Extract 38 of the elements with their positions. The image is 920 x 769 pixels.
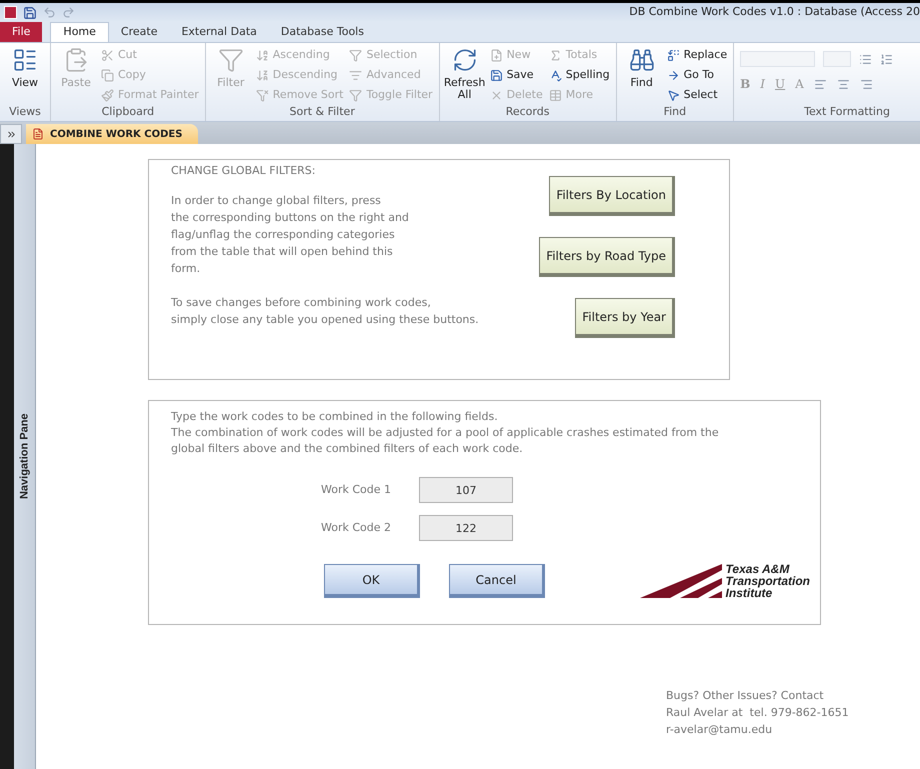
field-label: Work Code 1 (321, 482, 391, 498)
form-button[interactable]: OK (324, 564, 420, 598)
ribbon-button[interactable]: Go To (666, 67, 728, 84)
ribbon-group-label: Views (8, 105, 42, 120)
form-button[interactable]: Cancel (449, 564, 545, 598)
form-button[interactable]: Filters by Road Type (539, 237, 675, 277)
ribbon-tab[interactable]: External Data (169, 22, 269, 42)
ribbon-large-button[interactable]: View (6, 47, 44, 105)
ribbon-large-button[interactable]: Find (622, 47, 661, 105)
field-label: Work Code 2 (321, 520, 391, 536)
ribbon-button[interactable]: Spelling (548, 67, 610, 84)
ribbon-large-button[interactable]: Refresh All (446, 47, 484, 105)
ribbon-group-label: Sort & Filter (288, 105, 356, 120)
navigation-pane[interactable]: Navigation Pane (14, 144, 36, 769)
ribbon-group-label: Text Formatting (803, 105, 891, 120)
ribbon-tab[interactable]: Database Tools (268, 22, 376, 42)
ribbon-button[interactable]: Select (666, 87, 728, 104)
ribbon-group-label: Records (504, 105, 550, 120)
ribbon-tab[interactable]: Create (108, 22, 170, 42)
work-code-field[interactable]: 122 (419, 515, 513, 541)
work-code-field[interactable]: 107 (419, 477, 513, 503)
file-tab[interactable]: File (0, 22, 42, 42)
ribbon-button[interactable]: Save (490, 67, 543, 84)
institute-logo-text: Texas A&M Transportation Institute (726, 563, 810, 599)
form-button[interactable]: Filters by Year (575, 298, 675, 338)
instruction-text: Type the work codes to be combined in the following fields. The combination of work codes will be adjusted for a pool of applicable crashes estimated from the global filters above and the combined filters of each work code. (171, 409, 720, 457)
ribbon-tab[interactable]: Home (50, 22, 109, 42)
instruction-text: In order to change global filters, press the corresponding buttons on the right and flag/unflag the corresponding categories from the table that will open behind this form. (171, 193, 410, 277)
panel-heading: CHANGE GLOBAL FILTERS: (171, 163, 316, 179)
ribbon-group-label: Find (662, 105, 688, 120)
contact-text: Bugs? Other Issues? Contact Raul Avelar at tel. 979-862-1651 r-avelar@tamu.edu (666, 688, 850, 738)
ribbon-group-label: Clipboard (100, 105, 156, 120)
navigation-pane-label: Navigation Pane (17, 414, 32, 500)
instruction-text: To save changes before combining work codes, simply close any table you opened using these buttons. (171, 295, 479, 328)
document-tab[interactable]: COMBINE WORK CODES (26, 124, 198, 144)
form-button[interactable]: Filters By Location (549, 176, 675, 216)
window-title: DB Combine Work Codes v1.0 : Database (Access 20 (629, 4, 920, 20)
ribbon-button[interactable]: Replace (666, 47, 728, 64)
